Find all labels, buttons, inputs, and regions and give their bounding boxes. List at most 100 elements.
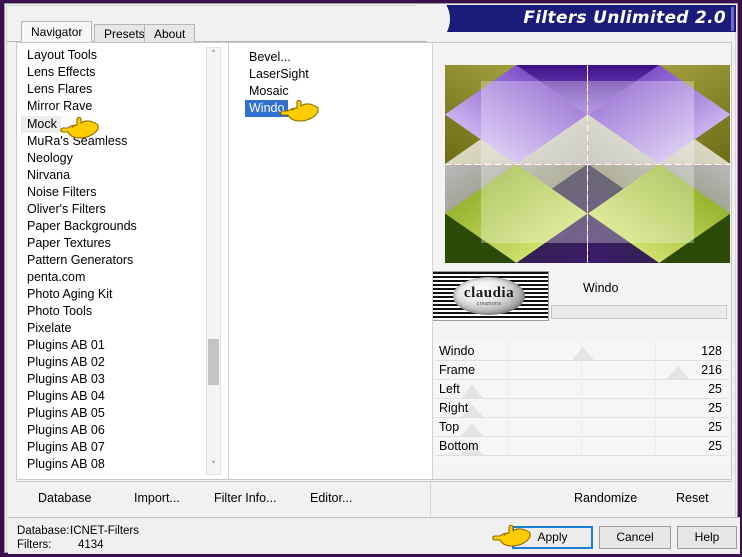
status-bar: Database: ICNET-Filters Filters: 4134 Ap… bbox=[8, 517, 740, 554]
slider-label: Top bbox=[439, 420, 460, 434]
slider-tick bbox=[507, 419, 508, 435]
slider-row[interactable]: Frame 216 bbox=[435, 361, 729, 380]
filter-list: Bevel... LaserSight Mosaic Windo bbox=[245, 48, 425, 117]
tab-strip: Navigator Presets About bbox=[7, 20, 742, 42]
slider-row[interactable]: Top 25 bbox=[435, 418, 729, 437]
editor-button[interactable]: Editor... bbox=[310, 491, 352, 505]
slider-thumb[interactable] bbox=[572, 347, 595, 360]
watermark-logo: claudia creations bbox=[453, 277, 525, 315]
category-scrollbar[interactable]: ˄ ˅ bbox=[206, 47, 221, 475]
watermark-logo-text: claudia bbox=[463, 285, 515, 301]
slider-thumb[interactable] bbox=[667, 366, 690, 379]
filter-row: Bevel... bbox=[245, 48, 425, 65]
scroll-down-icon[interactable]: ˅ bbox=[207, 459, 220, 474]
main-panel: Layout Tools Lens Effects Lens Flares Mirro… bbox=[16, 42, 732, 480]
slider-thumb[interactable] bbox=[461, 423, 484, 436]
reset-button[interactable]: Reset bbox=[676, 491, 709, 505]
randomize-button[interactable]: Randomize bbox=[574, 491, 637, 505]
category-item[interactable]: Pixelate bbox=[21, 320, 211, 337]
preview-image[interactable] bbox=[445, 65, 730, 263]
window-frame-inner: Filters Unlimited 2.0 Navigator Presets … bbox=[6, 5, 740, 554]
filter-info-button[interactable]: Filter Info... bbox=[214, 491, 277, 505]
slider-row[interactable]: Windo 128 bbox=[435, 342, 729, 361]
import-button[interactable]: Import... bbox=[134, 491, 180, 505]
category-item[interactable]: Plugins AB 08 bbox=[21, 456, 211, 473]
slider-label: Right bbox=[439, 401, 469, 415]
slider-value: 216 bbox=[701, 363, 722, 377]
filter-row: Windo bbox=[245, 99, 425, 117]
slider-thumb[interactable] bbox=[461, 385, 484, 398]
filter-item[interactable]: Bevel... bbox=[245, 49, 295, 66]
help-button[interactable]: Help bbox=[677, 526, 737, 549]
category-item[interactable]: penta.com bbox=[21, 269, 211, 286]
slider-value: 25 bbox=[708, 439, 722, 453]
window-frame: Filters Unlimited 2.0 Navigator Presets … bbox=[4, 3, 740, 554]
category-item[interactable]: Plugins AB 04 bbox=[21, 388, 211, 405]
slider-row[interactable]: Right 25 bbox=[435, 399, 729, 418]
preview-thumbnail[interactable]: claudia creations bbox=[433, 271, 549, 321]
category-item[interactable]: Mirror Rave bbox=[21, 98, 211, 115]
category-item[interactable]: Mock bbox=[21, 116, 61, 133]
watermark-logo-subtext: creations bbox=[476, 301, 502, 307]
slider-label: Left bbox=[439, 382, 460, 396]
category-item[interactable]: Lens Effects bbox=[21, 64, 211, 81]
slider-value: 25 bbox=[708, 401, 722, 415]
filter-progress-bar[interactable] bbox=[551, 305, 727, 319]
category-item[interactable]: Paper Textures bbox=[21, 235, 211, 252]
category-item[interactable]: Nirvana bbox=[21, 167, 211, 184]
slider-tick bbox=[507, 400, 508, 416]
slider-label: Windo bbox=[439, 344, 475, 358]
slider-tick bbox=[507, 438, 508, 454]
filter-item[interactable]: Mosaic bbox=[245, 83, 293, 100]
slider-tick bbox=[581, 362, 582, 378]
filter-list-panel: Bevel... LaserSight Mosaic Windo bbox=[229, 43, 432, 479]
category-list: Layout Tools Lens Effects Lens Flares Mirro… bbox=[21, 47, 211, 473]
slider-tick bbox=[655, 438, 656, 454]
slider-tick bbox=[655, 381, 656, 397]
database-button[interactable]: Database bbox=[38, 491, 92, 505]
slider-tick bbox=[655, 419, 656, 435]
category-item[interactable]: Photo Tools bbox=[21, 303, 211, 320]
slider-tick bbox=[507, 343, 508, 359]
category-item[interactable]: Paper Backgrounds bbox=[21, 218, 211, 235]
bottom-toolbar: Database Import... Filter Info... Editor… bbox=[16, 481, 732, 516]
slider-tick bbox=[581, 381, 582, 397]
category-item[interactable]: MuRa's Seamless bbox=[21, 133, 211, 150]
slider-tick bbox=[581, 438, 582, 454]
category-item[interactable]: Noise Filters bbox=[21, 184, 211, 201]
tab-navigator[interactable]: Navigator bbox=[21, 21, 93, 42]
scrollbar-thumb[interactable] bbox=[208, 339, 219, 385]
slider-tick bbox=[507, 362, 508, 378]
tab-about[interactable]: About bbox=[144, 24, 196, 42]
slider-tick bbox=[581, 419, 582, 435]
category-item[interactable]: Oliver's Filters bbox=[21, 201, 211, 218]
category-item[interactable]: Photo Aging Kit bbox=[21, 286, 211, 303]
category-item[interactable]: Neology bbox=[21, 150, 211, 167]
category-list-panel: Layout Tools Lens Effects Lens Flares Mirro… bbox=[17, 43, 228, 479]
category-item[interactable]: Plugins AB 06 bbox=[21, 422, 211, 439]
status-database-label: Database: bbox=[17, 525, 70, 537]
slider-tick bbox=[655, 362, 656, 378]
category-item[interactable]: Pattern Generators bbox=[21, 252, 211, 269]
preview-guide-vertical bbox=[587, 65, 588, 263]
category-item[interactable]: Plugins AB 03 bbox=[21, 371, 211, 388]
category-item[interactable]: Plugins AB 02 bbox=[21, 354, 211, 371]
category-item[interactable]: Plugins AB 01 bbox=[21, 337, 211, 354]
slider-value: 25 bbox=[708, 382, 722, 396]
filters-unlimited-window: Filters Unlimited 2.0 Navigator Presets … bbox=[0, 0, 742, 557]
slider-tick bbox=[581, 400, 582, 416]
cancel-button[interactable]: Cancel bbox=[599, 526, 671, 549]
category-item[interactable]: Layout Tools bbox=[21, 47, 211, 64]
category-item[interactable]: Plugins AB 07 bbox=[21, 439, 211, 456]
filter-item[interactable]: LaserSight bbox=[245, 66, 313, 83]
category-item[interactable]: Plugins AB 05 bbox=[21, 405, 211, 422]
slider-tick bbox=[655, 343, 656, 359]
active-filter-name: Windo bbox=[583, 281, 619, 295]
category-item[interactable]: Lens Flares bbox=[21, 81, 211, 98]
slider-row[interactable]: Left 25 bbox=[435, 380, 729, 399]
apply-button[interactable]: Apply bbox=[512, 526, 593, 549]
scroll-up-icon[interactable]: ˄ bbox=[207, 48, 220, 63]
filter-item[interactable]: Windo bbox=[245, 100, 289, 117]
preview-panel: claudia creations Windo Windo 128 Frame 216… bbox=[433, 43, 731, 479]
slider-row[interactable]: Bottom 25 bbox=[435, 437, 729, 456]
